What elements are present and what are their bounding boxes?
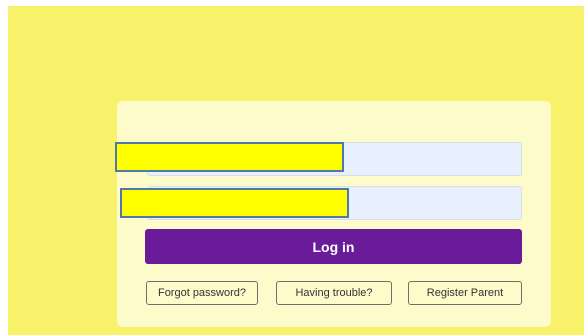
register-parent-button[interactable]: Register Parent	[408, 281, 522, 305]
password-redaction	[120, 188, 349, 218]
having-trouble-button[interactable]: Having trouble?	[276, 281, 392, 305]
username-redaction	[115, 142, 344, 172]
forgot-password-button[interactable]: Forgot password?	[146, 281, 258, 305]
login-button[interactable]: Log in	[145, 229, 522, 264]
